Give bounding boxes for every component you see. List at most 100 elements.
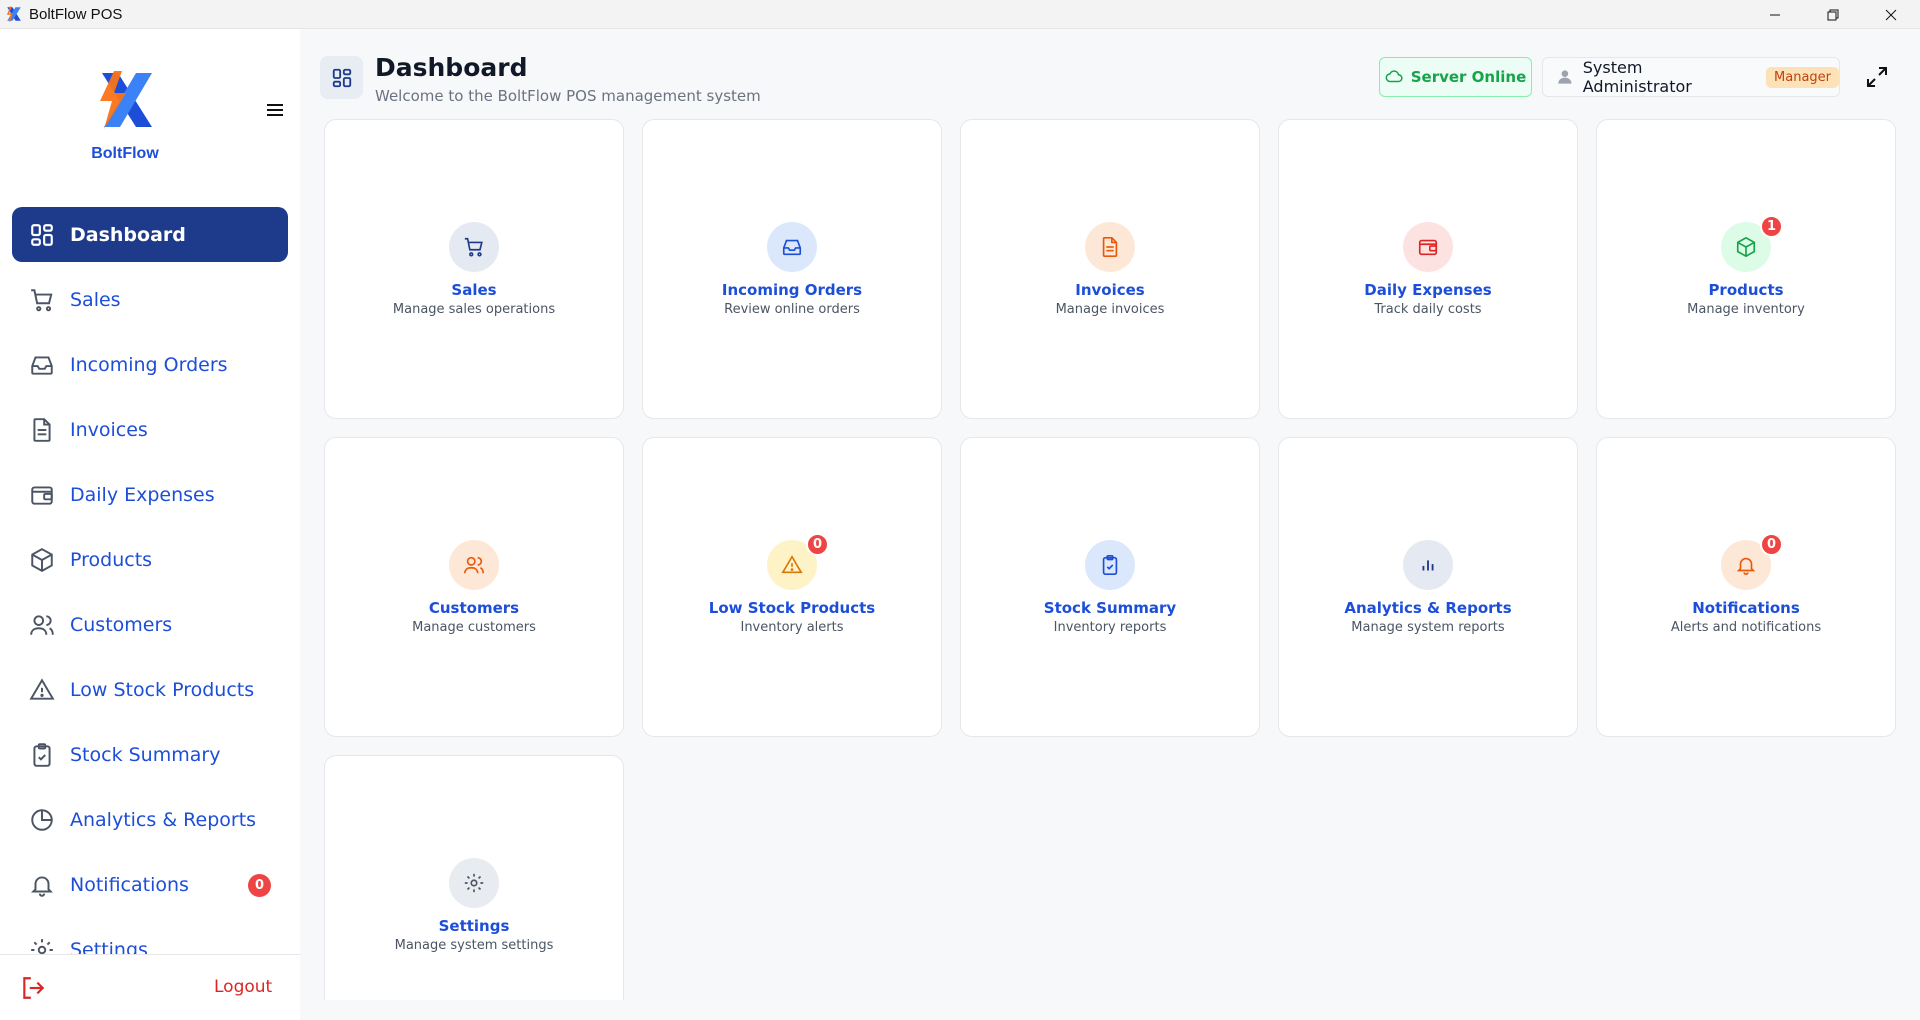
bell-icon: 0 xyxy=(1721,533,1783,590)
users-icon xyxy=(28,611,56,639)
card-invoices[interactable]: Invoices Manage invoices xyxy=(960,119,1260,419)
logout-icon[interactable] xyxy=(20,975,46,1001)
hamburger-menu-icon[interactable] xyxy=(264,101,286,119)
minimize-button[interactable] xyxy=(1746,0,1804,29)
card-title: Customers xyxy=(428,599,520,617)
sidebar-item-analytics-reports[interactable]: Analytics & Reports xyxy=(12,792,288,847)
sidebar-item-label: Stock Summary xyxy=(70,743,221,766)
bell-icon xyxy=(28,871,56,899)
sidebar-item-low-stock-products[interactable]: Low Stock Products xyxy=(12,662,288,717)
clipboard-check-icon xyxy=(28,741,56,769)
fullscreen-icon[interactable] xyxy=(1865,65,1889,89)
warning-icon xyxy=(28,676,56,704)
user-role-badge: Manager xyxy=(1766,66,1839,88)
card-stock-summary[interactable]: Stock Summary Inventory reports xyxy=(960,437,1260,737)
sidebar-item-label: Sales xyxy=(70,288,121,311)
card-title: Products xyxy=(1708,281,1784,299)
sidebar-item-daily-expenses[interactable]: Daily Expenses xyxy=(12,467,288,522)
sidebar-item-sales[interactable]: Sales xyxy=(12,272,288,327)
card-daily-expenses[interactable]: Daily Expenses Track daily costs xyxy=(1278,119,1578,419)
bar-chart-icon xyxy=(1403,540,1453,590)
card-description: Track daily costs xyxy=(1374,302,1482,317)
card-description: Manage customers xyxy=(412,620,536,635)
cart-icon xyxy=(28,286,56,314)
pie-chart-icon xyxy=(28,806,56,834)
sidebar-item-label: Dashboard xyxy=(70,223,186,246)
sidebar: BoltFlow Dashboard Sales Incoming Orders xyxy=(0,29,300,1020)
sidebar-item-label: Daily Expenses xyxy=(70,483,215,506)
user-icon xyxy=(1558,70,1572,84)
window-title: BoltFlow POS xyxy=(29,5,123,23)
restore-button[interactable] xyxy=(1804,0,1862,29)
page-header: Dashboard Welcome to the BoltFlow POS ma… xyxy=(320,50,1900,110)
server-status-label: Server Online xyxy=(1410,68,1527,86)
sidebar-item-dashboard[interactable]: Dashboard xyxy=(12,207,288,262)
brand: BoltFlow xyxy=(0,69,250,163)
logout-bar[interactable]: Logout xyxy=(0,954,300,1020)
card-description: Manage invoices xyxy=(1055,302,1165,317)
wallet-icon xyxy=(1403,222,1453,272)
sidebar-item-label: Notifications xyxy=(70,873,189,896)
card-title: Sales xyxy=(451,281,497,299)
inbox-icon xyxy=(767,222,817,272)
sidebar-item-label: Customers xyxy=(70,613,173,636)
card-low-stock-products[interactable]: 0 Low Stock Products Inventory alerts xyxy=(642,437,942,737)
card-description: Review online orders xyxy=(724,302,860,317)
server-status-badge: Server Online xyxy=(1379,57,1532,97)
card-products[interactable]: 1 Products Manage inventory xyxy=(1596,119,1896,419)
window-titlebar: BoltFlow POS xyxy=(0,0,1920,29)
card-notifications[interactable]: 0 Notifications Alerts and notifications xyxy=(1596,437,1896,737)
app-logo-icon xyxy=(6,6,21,22)
card-title: Settings xyxy=(438,917,510,935)
card-description: Manage system reports xyxy=(1351,620,1505,635)
sidebar-item-notifications[interactable]: Notifications 0 xyxy=(12,857,288,912)
sidebar-item-label: Low Stock Products xyxy=(70,678,255,701)
minimize-icon xyxy=(1770,14,1780,15)
card-title: Analytics & Reports xyxy=(1344,599,1512,617)
card-description: Inventory alerts xyxy=(740,620,844,635)
notifications-count-badge: 0 xyxy=(1760,533,1783,556)
sidebar-item-incoming-orders[interactable]: Incoming Orders xyxy=(12,337,288,392)
card-title: Notifications xyxy=(1692,599,1800,617)
card-description: Manage sales operations xyxy=(392,302,556,317)
box-icon: 1 xyxy=(1721,215,1783,272)
sidebar-nav: Dashboard Sales Incoming Orders Invoices… xyxy=(12,207,288,987)
page-subtitle: Welcome to the BoltFlow POS management s… xyxy=(375,87,761,105)
page-title: Dashboard xyxy=(375,53,528,82)
cart-icon xyxy=(449,222,499,272)
warning-icon: 0 xyxy=(767,533,829,590)
card-title: Daily Expenses xyxy=(1364,281,1492,299)
sidebar-item-invoices[interactable]: Invoices xyxy=(12,402,288,457)
close-icon xyxy=(1885,9,1897,20)
brand-logo-icon xyxy=(100,71,152,129)
logout-button[interactable]: Logout xyxy=(214,977,272,997)
brand-name: BoltFlow xyxy=(91,145,159,162)
users-icon xyxy=(449,540,499,590)
box-icon xyxy=(28,546,56,574)
card-incoming-orders[interactable]: Incoming Orders Review online orders xyxy=(642,119,942,419)
inbox-icon xyxy=(28,351,56,379)
card-description: Inventory reports xyxy=(1053,620,1167,635)
card-title: Invoices xyxy=(1075,281,1145,299)
document-icon xyxy=(1085,222,1135,272)
card-description: Manage inventory xyxy=(1687,302,1805,317)
card-sales[interactable]: Sales Manage sales operations xyxy=(324,119,624,419)
sidebar-item-label: Incoming Orders xyxy=(70,353,228,376)
cloud-icon xyxy=(1385,70,1403,83)
card-customers[interactable]: Customers Manage customers xyxy=(324,437,624,737)
close-window-button[interactable] xyxy=(1862,0,1920,29)
gear-icon xyxy=(449,858,499,908)
restore-icon xyxy=(1827,9,1839,20)
card-analytics-reports[interactable]: Analytics & Reports Manage system report… xyxy=(1278,437,1578,737)
card-title: Low Stock Products xyxy=(708,599,876,617)
document-icon xyxy=(28,416,56,444)
dashboard-icon xyxy=(28,221,56,249)
sidebar-item-stock-summary[interactable]: Stock Summary xyxy=(12,727,288,782)
user-menu[interactable]: System Administrator Manager xyxy=(1542,57,1840,97)
card-settings[interactable]: Settings Manage system settings xyxy=(324,755,624,1000)
sidebar-item-customers[interactable]: Customers xyxy=(12,597,288,652)
card-description: Manage system settings xyxy=(394,938,554,953)
products-count-badge: 1 xyxy=(1760,215,1783,238)
sidebar-item-products[interactable]: Products xyxy=(12,532,288,587)
wallet-icon xyxy=(28,481,56,509)
